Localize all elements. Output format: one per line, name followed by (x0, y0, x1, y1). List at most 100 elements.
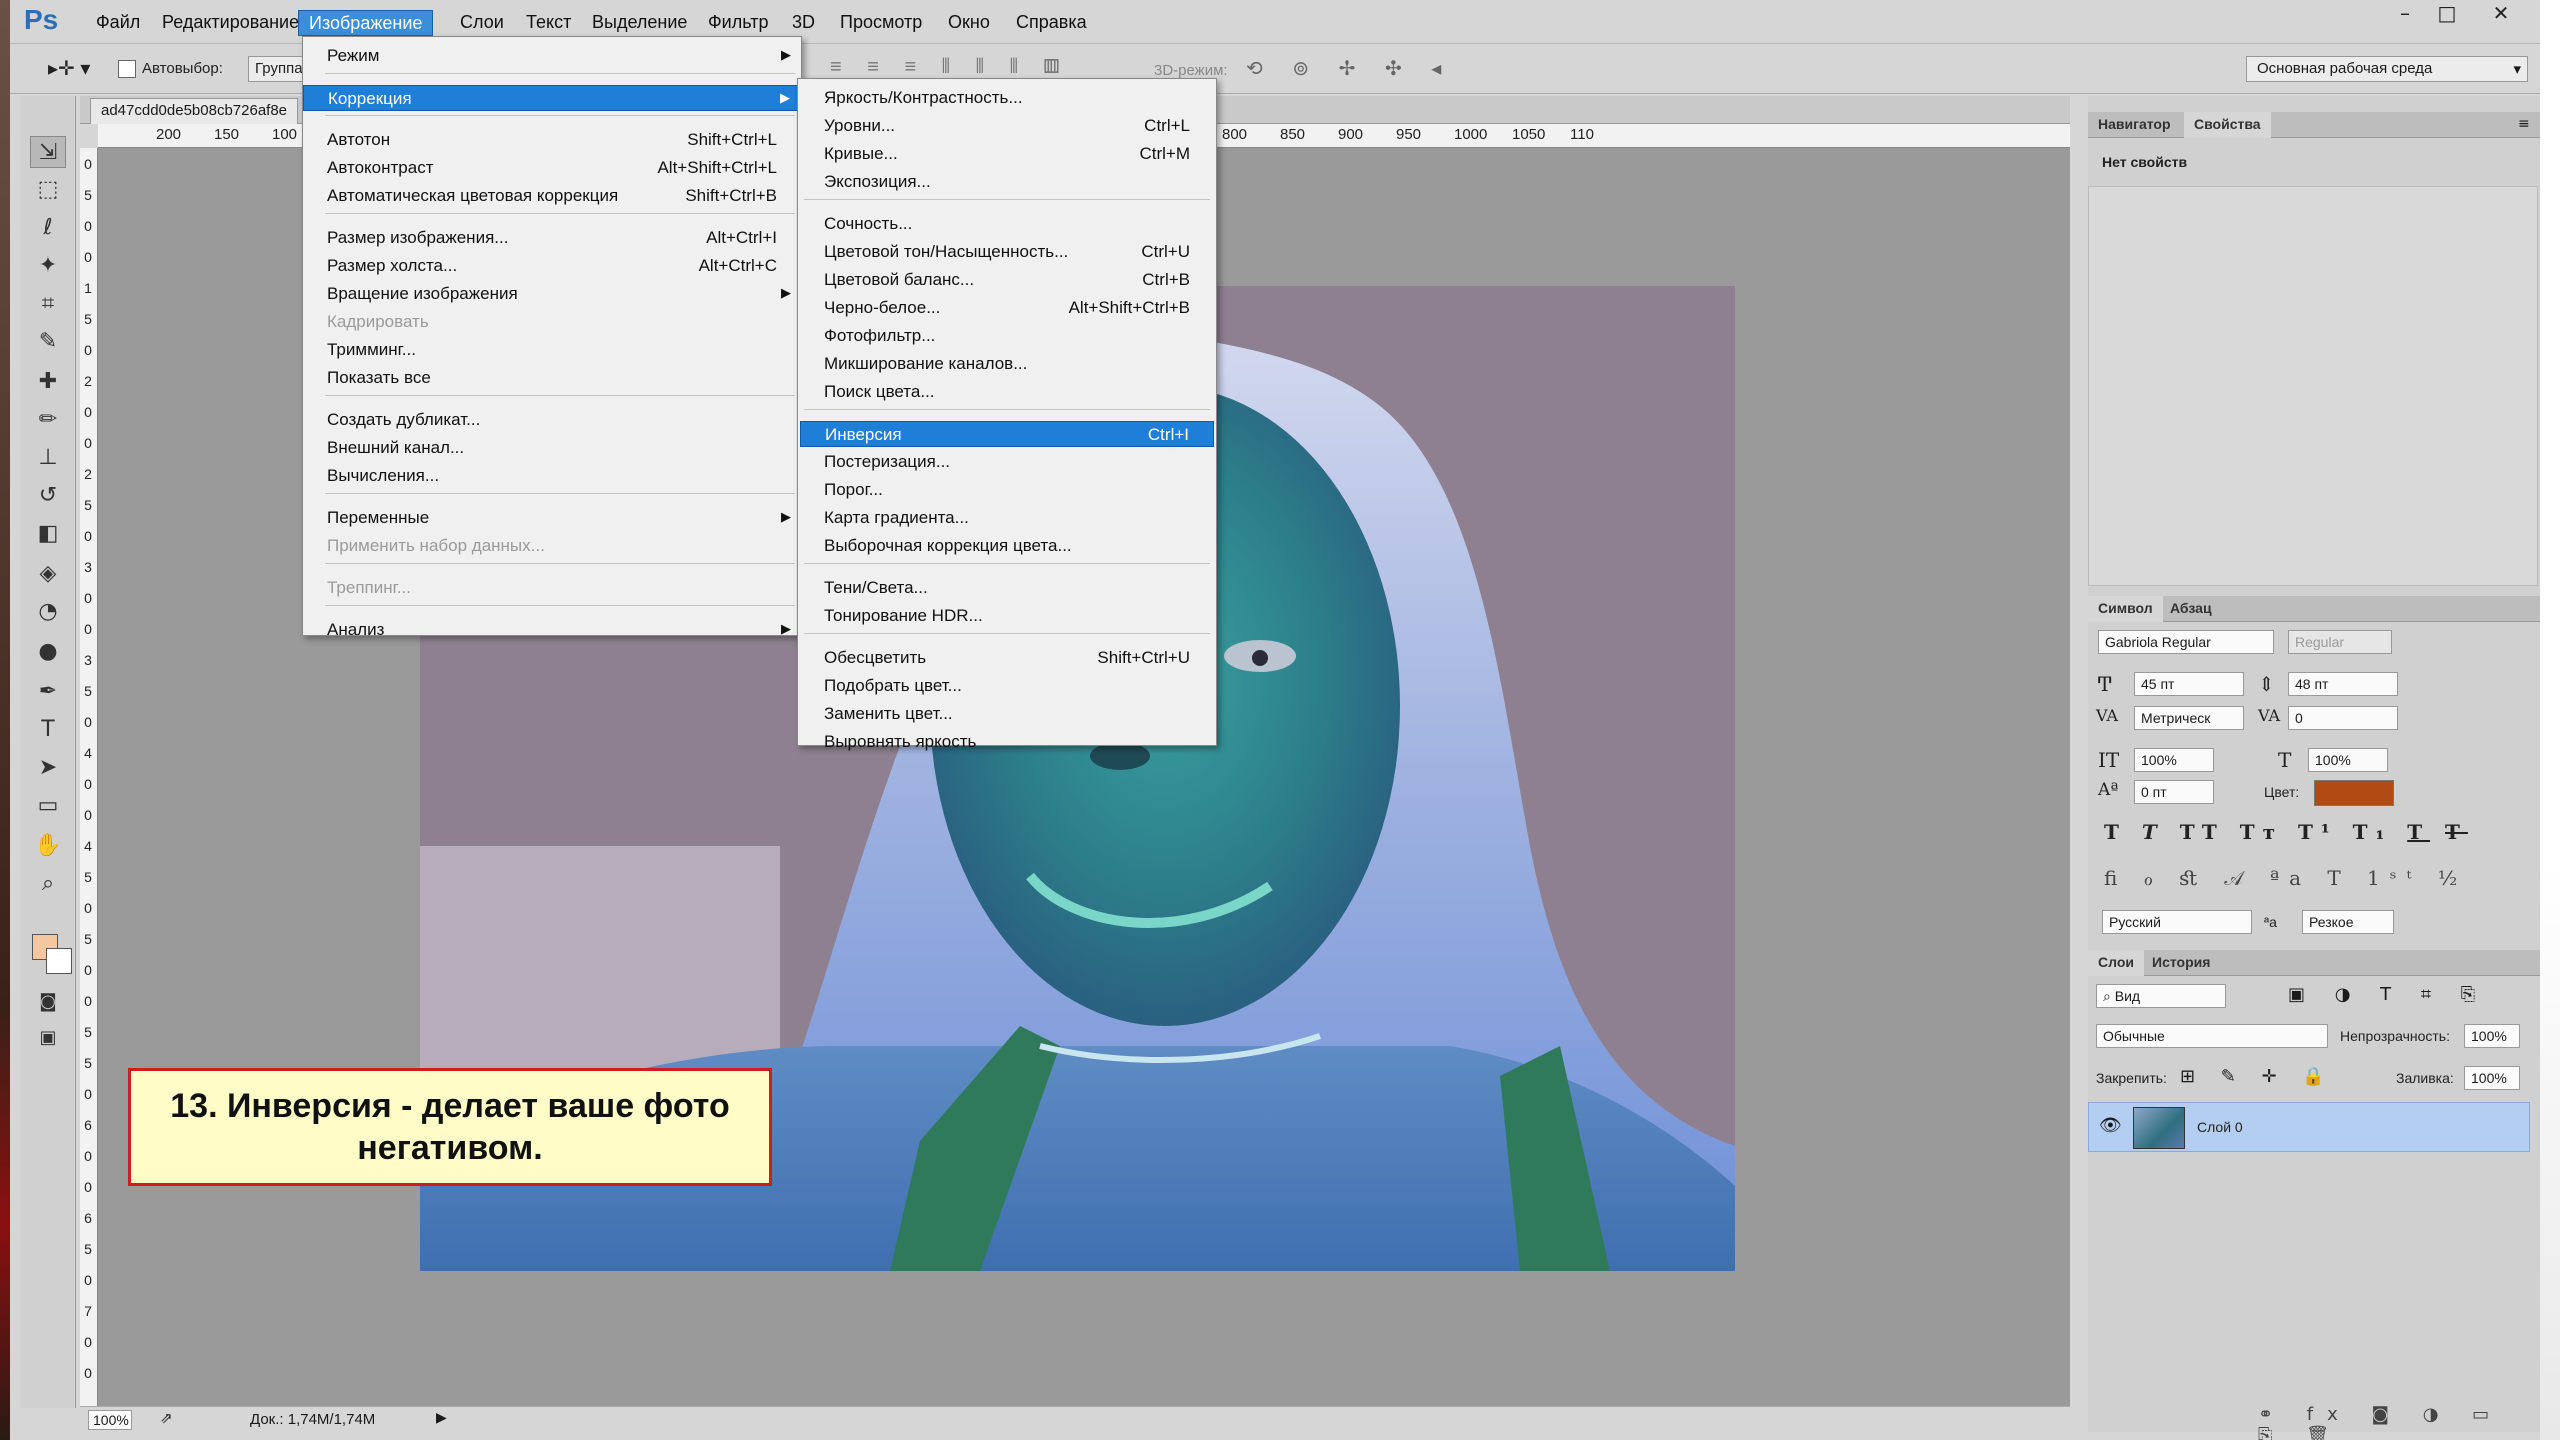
image-menu-item[interactable]: Вычисления... (303, 463, 801, 489)
kerning-field[interactable]: Метрическ (2134, 706, 2244, 730)
baseline-field[interactable]: 0 пт (2134, 780, 2214, 804)
background-color-swatch[interactable] (46, 948, 72, 974)
maximize-button[interactable]: □ (2424, 2, 2470, 26)
image-menu-item[interactable]: Автотон Shift+Ctrl+L (303, 127, 801, 153)
lasso-tool-icon[interactable]: ℓ (30, 212, 66, 244)
menu-type[interactable]: Текст (516, 10, 581, 36)
tab-layers[interactable]: Слои (2088, 950, 2144, 976)
correction-menu-item[interactable]: Выровнять яркость (800, 729, 1214, 755)
stamp-tool-icon[interactable]: ⊥ (30, 442, 66, 474)
leading-field[interactable]: 48 пт (2288, 672, 2398, 696)
font-size-field[interactable]: 45 пт (2134, 672, 2244, 696)
menu-image[interactable]: Изображение (298, 10, 434, 36)
image-menu-item[interactable]: Анализ ▶ (303, 617, 801, 643)
image-menu-item[interactable]: Размер холста... Alt+Ctrl+C (303, 253, 801, 279)
type-style-buttons[interactable]: T T TT Tт T¹ T₁ T T (2104, 820, 2468, 844)
tab-properties[interactable]: Свойства (2184, 112, 2271, 138)
layer-row[interactable]: 👁 Слой 0 (2088, 1102, 2530, 1152)
eyedropper-tool-icon[interactable]: ✎ (30, 326, 66, 358)
eraser-tool-icon[interactable]: ◧ (30, 518, 66, 550)
tab-navigator[interactable]: Навигатор (2088, 112, 2181, 138)
correction-menu-item[interactable]: Сочность... (800, 211, 1214, 237)
menu-edit[interactable]: Редактирование (152, 10, 309, 36)
correction-menu-item[interactable]: Микширование каналов... (800, 351, 1214, 377)
text-color-swatch[interactable] (2314, 780, 2394, 806)
antialias-select[interactable]: Резкое (2302, 910, 2394, 934)
horizontal-scale-field[interactable]: 100% (2308, 748, 2388, 772)
image-menu-item[interactable]: Режим ▶ (303, 43, 801, 69)
layer-bottom-icons[interactable]: ⚭ fx ◙ ◑ ▭ ⎘ 🗑 (2258, 1404, 2548, 1440)
3d-tools-icons[interactable]: ⟲ ⊚ ✢ ✣ ◂ (1246, 56, 1453, 81)
image-menu-item[interactable]: Тримминг... (303, 337, 801, 363)
move-tool-icon[interactable]: ▸✛ ▾ (48, 56, 90, 81)
blend-mode-select[interactable]: Обычные (2096, 1024, 2328, 1048)
opacity-field[interactable]: 100% (2464, 1024, 2520, 1048)
blur-tool-icon[interactable]: ◔ (30, 596, 66, 628)
language-select[interactable]: Русский (2102, 910, 2252, 934)
correction-menu-item[interactable]: Черно-белое... Alt+Shift+Ctrl+B (800, 295, 1214, 321)
correction-menu-item[interactable]: Кривые... Ctrl+M (800, 141, 1214, 167)
dodge-tool-icon[interactable]: ● (30, 636, 66, 668)
image-menu-item[interactable]: Создать дубликат... (303, 407, 801, 433)
tab-paragraph[interactable]: Абзац (2160, 596, 2222, 622)
tab-character[interactable]: Символ (2088, 596, 2163, 622)
zoom-tool-icon[interactable]: ⌕ (30, 868, 66, 900)
correction-menu-item[interactable]: Инверсия Ctrl+I (800, 421, 1214, 447)
export-icon[interactable]: ⇗ (160, 1409, 173, 1427)
menu-file[interactable]: Файл (86, 10, 150, 36)
fill-field[interactable]: 100% (2464, 1066, 2520, 1090)
document-tab[interactable]: ad47cdd0de5b08cb726af8e (90, 98, 299, 124)
correction-menu-item[interactable]: Уровни... Ctrl+L (800, 113, 1214, 139)
image-menu-item[interactable]: Вращение изображения ▶ (303, 281, 801, 307)
zoom-field[interactable]: 100% (88, 1410, 132, 1430)
image-menu-item[interactable]: Размер изображения... Alt+Ctrl+I (303, 225, 801, 251)
correction-menu-item[interactable]: Подобрать цвет... (800, 673, 1214, 699)
correction-menu-item[interactable]: Заменить цвет... (800, 701, 1214, 727)
type-tool-icon[interactable]: T (30, 714, 66, 746)
tracking-field[interactable]: 0 (2288, 706, 2398, 730)
image-menu-item[interactable]: Автоматическая цветовая коррекция Shift+C… (303, 183, 801, 209)
correction-menu-item[interactable]: Экспозиция... (800, 169, 1214, 195)
lock-icons[interactable]: ⊞ ✎ ✛ 🔒 (2180, 1066, 2335, 1087)
vertical-scale-field[interactable]: 100% (2134, 748, 2214, 772)
correction-menu-item[interactable]: Порог... (800, 477, 1214, 503)
autoselect-checkbox[interactable] (118, 60, 136, 78)
font-style-select[interactable]: Regular (2288, 630, 2392, 654)
menu-select[interactable]: Выделение (582, 10, 697, 36)
crop-tool-icon[interactable]: ⌗ (30, 288, 66, 320)
shape-tool-icon[interactable]: ▭ (30, 790, 66, 822)
correction-menu-item[interactable]: Цветовой тон/Насыщенность... Ctrl+U (800, 239, 1214, 265)
brush-tool-icon[interactable]: ✏ (30, 404, 66, 436)
visibility-eye-icon[interactable]: 👁 (2099, 1115, 2122, 1136)
align-icons[interactable]: ≡ ≡ ≡ ⫴ ⫴ ⫴ ▥ (830, 56, 1070, 79)
status-menu-arrow-icon[interactable]: ▶ (436, 1409, 447, 1426)
tab-history[interactable]: История (2142, 950, 2220, 976)
layer-filter-icons[interactable]: ▣ ◑ T ⌗ ⎘ (2288, 984, 2487, 1005)
close-button[interactable]: ✕ (2478, 2, 2524, 26)
correction-menu-item[interactable]: Цветовой баланс... Ctrl+B (800, 267, 1214, 293)
image-menu-item[interactable]: Показать все (303, 365, 801, 391)
minimize-button[interactable]: – (2382, 2, 2428, 26)
menu-help[interactable]: Справка (1006, 10, 1097, 36)
screen-mode-icon[interactable]: ▣ (30, 1022, 66, 1054)
bucket-tool-icon[interactable]: ◈ (30, 558, 66, 590)
quick-select-tool-icon[interactable]: ✦ (30, 250, 66, 282)
font-family-select[interactable]: Gabriola Regular (2098, 630, 2274, 654)
opentype-buttons[interactable]: ﬁ ℴ ﬆ 𝒜 ªa T 1ˢᵗ ½ (2104, 866, 2467, 890)
marquee-tool-icon[interactable]: ⬚ (30, 174, 66, 206)
correction-menu-item[interactable]: Фотофильтр... (800, 323, 1214, 349)
history-brush-icon[interactable]: ↺ (30, 480, 66, 512)
correction-menu-item[interactable]: Обесцветить Shift+Ctrl+U (800, 645, 1214, 671)
correction-menu-item[interactable]: Постеризация... (800, 449, 1214, 475)
correction-menu-item[interactable]: Яркость/Контрастность... (800, 85, 1214, 111)
path-select-icon[interactable]: ➤ (30, 752, 66, 784)
healing-tool-icon[interactable]: ✚ (30, 366, 66, 398)
image-menu-item[interactable]: Автоконтраст Alt+Shift+Ctrl+L (303, 155, 801, 181)
menu-view[interactable]: Просмотр (830, 10, 932, 36)
menu-filter[interactable]: Фильтр (698, 10, 778, 36)
correction-menu-item[interactable]: Тени/Света... (800, 575, 1214, 601)
menu-layers[interactable]: Слои (450, 10, 514, 36)
correction-menu-item[interactable]: Карта градиента... (800, 505, 1214, 531)
menu-3d[interactable]: 3D (782, 10, 825, 36)
pen-tool-icon[interactable]: ✒ (30, 676, 66, 708)
